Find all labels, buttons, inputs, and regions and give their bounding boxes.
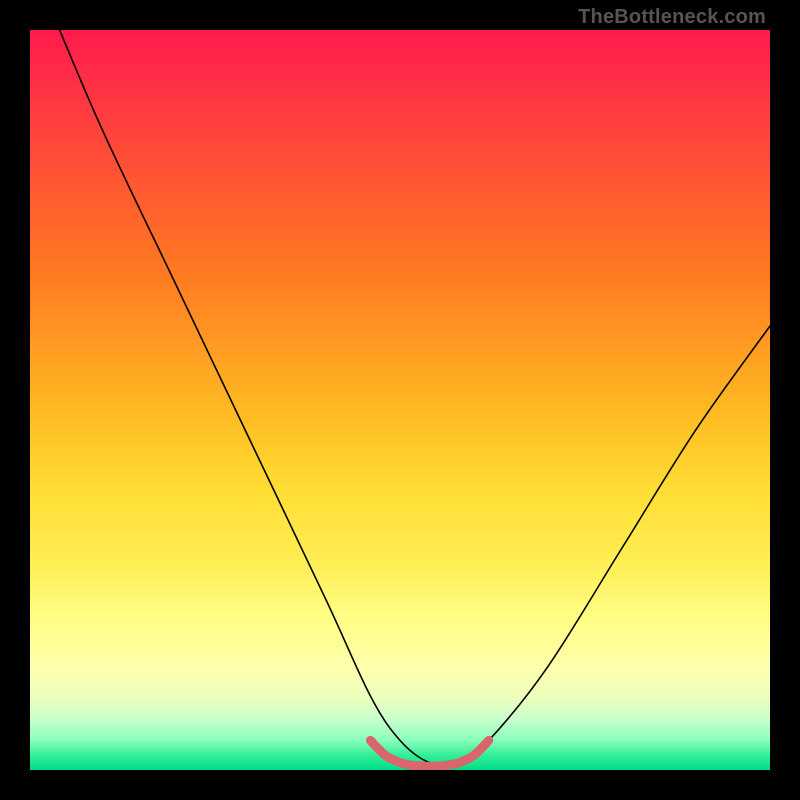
bottleneck-curve-path <box>60 30 770 765</box>
plot-area <box>30 30 770 770</box>
curve-svg <box>30 30 770 770</box>
watermark-text: TheBottleneck.com <box>578 6 766 29</box>
chart-frame: TheBottleneck.com <box>0 0 800 800</box>
optimal-band-path <box>370 740 488 766</box>
